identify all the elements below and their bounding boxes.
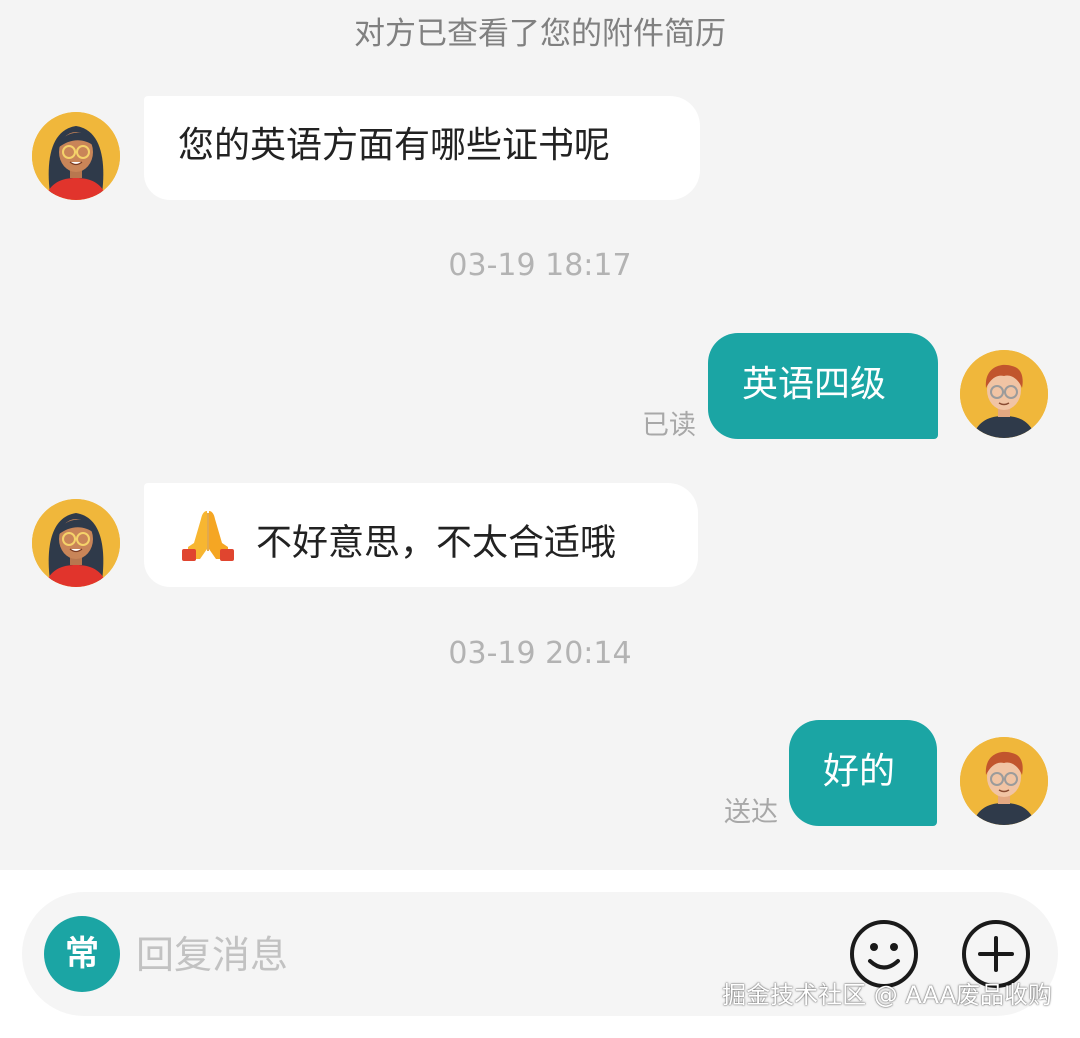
read-receipt: 已读 — [642, 410, 696, 441]
message-bubble-outgoing[interactable]: 好的 — [789, 720, 937, 826]
quick-reply-button[interactable]: 常 — [44, 916, 120, 992]
watermark: 掘金技术社区 @ AAA废品收购 — [722, 981, 1052, 1009]
my-avatar[interactable] — [960, 350, 1048, 438]
timestamp: 03-19 18:17 — [448, 248, 632, 283]
my-avatar[interactable] — [960, 737, 1048, 825]
man-avatar-icon — [960, 350, 1048, 438]
resume-viewed-notice: 对方已查看了您的附件简历 — [354, 16, 726, 52]
delivery-status: 送达 — [724, 797, 778, 828]
recruiter-avatar[interactable] — [32, 112, 120, 200]
message-bubble-incoming[interactable]: 您的英语方面有哪些证书呢 — [144, 96, 700, 200]
message-text: 不好意思，不太合适哦 — [256, 522, 617, 564]
woman-avatar-icon — [32, 499, 120, 587]
message-text: 英语四级 — [742, 364, 887, 405]
input-bar: 常 掘金技术社区 @ AAA废品收购 — [0, 870, 1080, 1038]
message-bubble-incoming[interactable]: 不好意思，不太合适哦 — [144, 483, 698, 587]
chat-area[interactable]: 对方已查看了您的附件简历 您的英语方面有哪些证书呢 03-19 18:17 已读… — [0, 0, 1080, 870]
message-text: 您的英语方面有哪些证书呢 — [178, 125, 611, 166]
recruiter-avatar[interactable] — [32, 499, 120, 587]
message-text: 好的 — [823, 751, 896, 792]
man-avatar-icon — [960, 737, 1048, 825]
timestamp: 03-19 20:14 — [448, 636, 632, 671]
woman-avatar-icon — [32, 112, 120, 200]
folded-hands-icon — [178, 507, 238, 574]
message-bubble-outgoing[interactable]: 英语四级 — [708, 333, 938, 439]
reply-input[interactable] — [134, 918, 818, 992]
